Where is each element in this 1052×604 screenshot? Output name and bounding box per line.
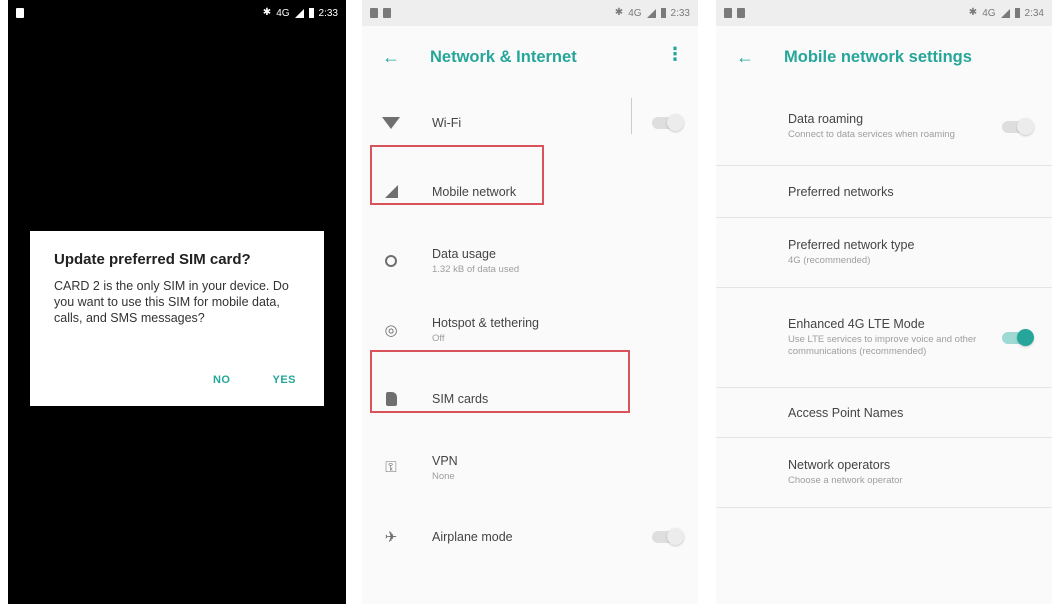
battery-icon [1014,8,1020,18]
item-label: Preferred network type [788,238,915,252]
list-item-vpn[interactable]: ⚿ VPN None [362,433,698,502]
item-sub: Connect to data services when roaming [788,129,955,140]
item-sub: None [432,470,455,482]
sim-notification-icon [370,8,378,18]
status-time: 2:33 [318,7,338,19]
battery-icon [660,8,666,18]
dialog-title: Update preferred SIM card? [54,251,251,268]
wifi-icon [382,116,400,129]
yes-button[interactable]: YES [272,374,296,386]
highlight-mobile-network [370,145,544,205]
item-label: Wi-Fi [432,115,462,130]
data-usage-icon [385,254,397,267]
battery-icon [308,8,314,18]
vpn-key-icon: ⚿ [385,459,397,476]
airplane-toggle[interactable] [652,527,684,545]
list-item-network-operators[interactable]: Network operators Choose a network opera… [716,438,1052,508]
item-sub: 1.32 kB of data used [432,263,520,275]
item-label: Data usage [432,246,496,261]
wifi-toggle[interactable] [652,113,684,131]
item-sub: Choose a network operator [788,475,903,486]
enhanced-lte-toggle[interactable] [1002,328,1034,346]
settings-list: Data roaming Connect to data services wh… [716,88,1052,508]
item-sub: 4G (recommended) [788,255,871,266]
hotspot-icon: ◎ [384,321,398,339]
item-label: Enhanced 4G LTE Mode [788,317,925,331]
item-label: Network operators [788,458,891,472]
item-label: Airplane mode [432,529,513,544]
status-bar: ✱ 4G 2:33 [8,0,346,26]
sim-notification-icon [724,8,732,18]
network-type: 4G [982,7,996,19]
back-arrow-icon[interactable]: ← [736,47,776,68]
more-options-icon[interactable]: ⋮ [666,44,684,65]
item-label: VPN [432,453,458,468]
screen-sim-dialog: ✱ 4G 2:33 Update preferred SIM card? CAR… [8,0,346,604]
status-time: 2:34 [1024,7,1044,19]
list-item-enhanced-4g-lte[interactable]: Enhanced 4G LTE Mode Use LTE services to… [716,288,1052,388]
divider [631,98,632,134]
screen-mobile-network-settings: ✱ 4G 2:34 ← Mobile network settings Data… [716,0,1052,604]
network-type: 4G [276,7,290,19]
app-bar: ← Network & Internet ⋮ [362,26,698,88]
item-label: Access Point Names [788,405,904,420]
signal-icon [294,8,304,18]
no-button[interactable]: NO [213,374,231,386]
sim-notification-icon [16,8,24,18]
item-label: Preferred networks [788,184,894,199]
list-item-data-usage[interactable]: Data usage 1.32 kB of data used [362,226,698,295]
app-bar: ← Mobile network settings [716,26,1052,88]
network-type: 4G [628,7,642,19]
list-item-access-point-names[interactable]: Access Point Names [716,388,1052,438]
item-label: Hotspot & tethering [432,315,540,330]
page-title: Network & Internet [430,47,577,66]
page-title: Mobile network settings [784,47,972,66]
bluetooth-icon: ✱ [968,7,978,18]
storage-notification-icon [383,8,391,18]
data-roaming-toggle[interactable] [1002,117,1034,135]
list-item-airplane[interactable]: ✈ Airplane mode [362,502,698,571]
status-bar: ✱ 4G 2:34 [716,0,1052,26]
signal-icon [1000,8,1010,18]
item-sub: Off [432,332,445,344]
settings-list: Wi-Fi Mobile network Data usage 1.32 kB … [362,88,698,571]
highlight-sim-cards [370,350,630,413]
dialog-message: CARD 2 is the only SIM in your device. D… [54,279,289,325]
list-item-preferred-network-type[interactable]: Preferred network type 4G (recommended) [716,218,1052,288]
airplane-icon: ✈ [384,528,398,546]
signal-icon [646,8,656,18]
status-bar: ✱ 4G 2:33 [362,0,698,26]
update-sim-dialog: Update preferred SIM card? CARD 2 is the… [30,231,324,406]
list-item-preferred-networks[interactable]: Preferred networks [716,166,1052,218]
item-sub: Use LTE services to improve voice and ot… [788,334,977,357]
storage-notification-icon [737,8,745,18]
screen-network-internet: ✱ 4G 2:33 ← Network & Internet ⋮ Wi-Fi M… [362,0,698,604]
bluetooth-icon: ✱ [262,7,272,18]
list-item-data-roaming[interactable]: Data roaming Connect to data services wh… [716,88,1052,166]
status-time: 2:33 [670,7,690,19]
back-arrow-icon[interactable]: ← [382,47,422,68]
bluetooth-icon: ✱ [614,7,624,18]
